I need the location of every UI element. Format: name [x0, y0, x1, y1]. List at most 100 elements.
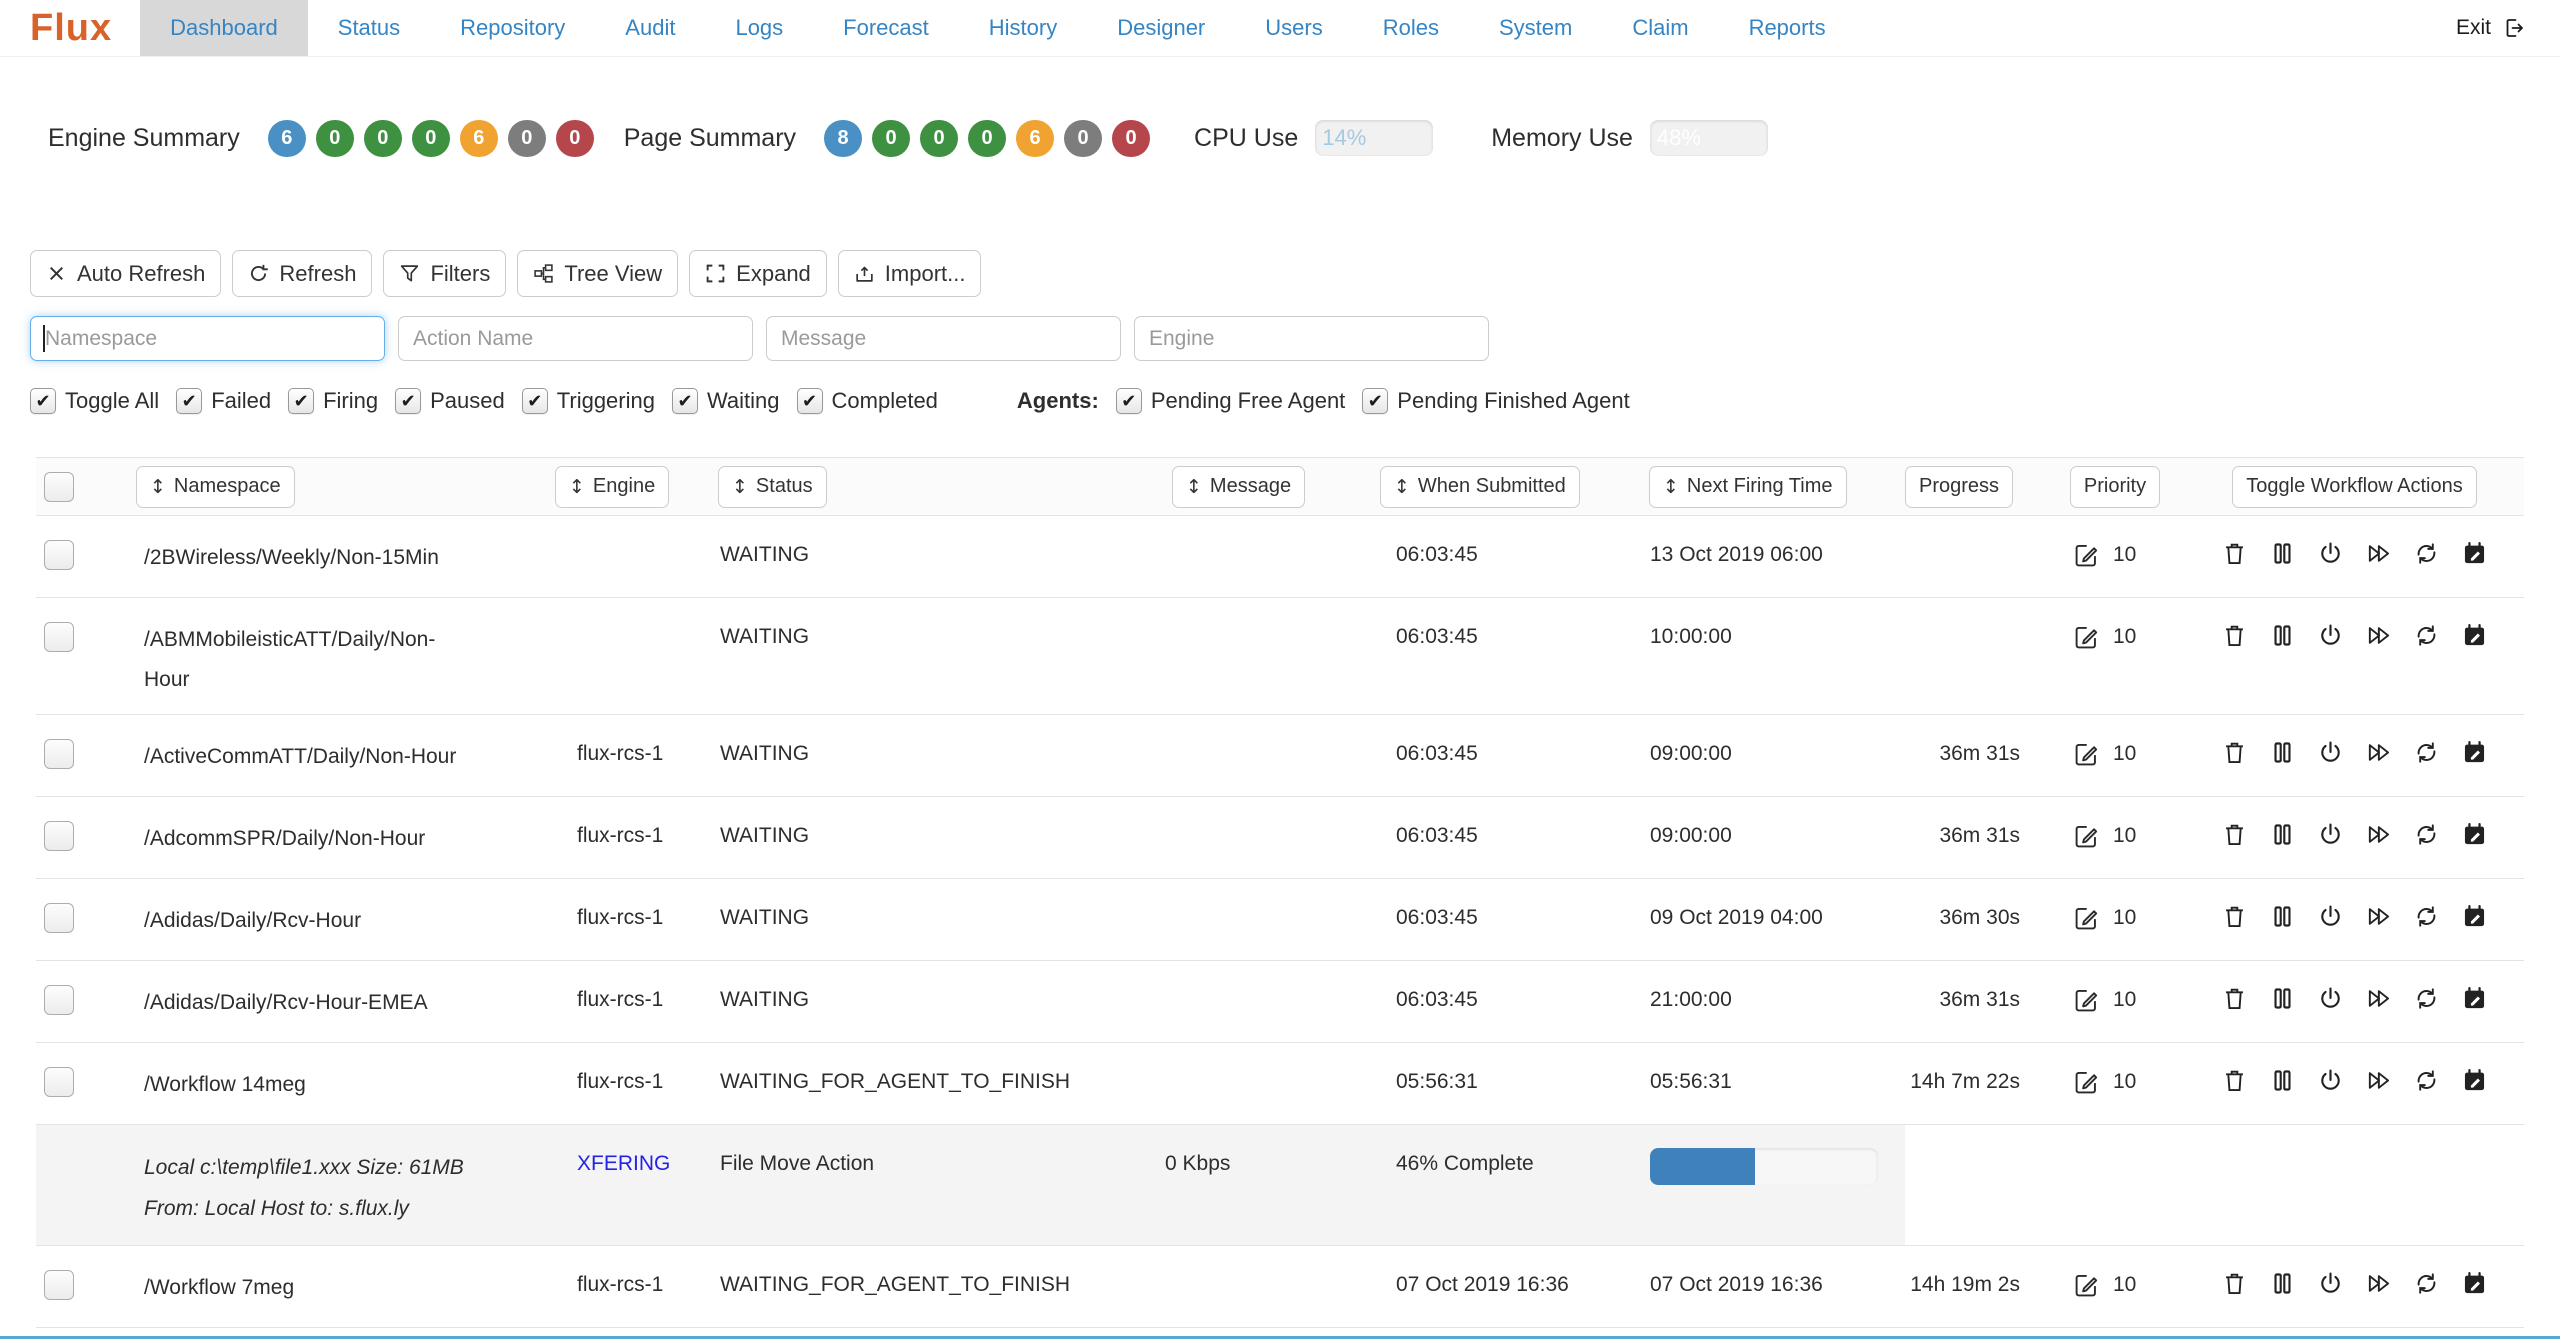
pause-button[interactable] [2269, 739, 2296, 766]
exit-button[interactable]: Exit [2456, 0, 2560, 56]
column-header-priority[interactable]: Priority [2070, 466, 2160, 508]
pause-button[interactable] [2269, 1067, 2296, 1094]
row-checkbox[interactable] [44, 1270, 74, 1300]
recur-button[interactable] [2413, 903, 2440, 930]
recur-button[interactable] [2413, 739, 2440, 766]
interrupt-button[interactable] [2317, 1270, 2344, 1297]
interrupt-button[interactable] [2317, 739, 2344, 766]
skip-button[interactable] [2365, 1270, 2392, 1297]
engine-filter-input[interactable] [1134, 316, 1489, 361]
checkbox-box[interactable]: ✔ [522, 388, 548, 414]
recur-button[interactable] [2413, 821, 2440, 848]
reschedule-button[interactable] [2461, 739, 2488, 766]
skip-button[interactable] [2365, 985, 2392, 1012]
checkbox-box[interactable]: ✔ [672, 388, 698, 414]
delete-button[interactable] [2221, 985, 2248, 1012]
checkbox-toggle-all[interactable]: ✔Toggle All [30, 388, 159, 414]
tab-designer[interactable]: Designer [1087, 0, 1235, 56]
interrupt-button[interactable] [2317, 903, 2344, 930]
checkbox-paused[interactable]: ✔Paused [395, 388, 505, 414]
interrupt-button[interactable] [2317, 540, 2344, 567]
expand-button[interactable]: Expand [689, 250, 827, 297]
skip-button[interactable] [2365, 622, 2392, 649]
pause-button[interactable] [2269, 985, 2296, 1012]
pause-button[interactable] [2269, 903, 2296, 930]
skip-button[interactable] [2365, 903, 2392, 930]
delete-button[interactable] [2221, 903, 2248, 930]
row-checkbox[interactable] [44, 739, 74, 769]
row-checkbox[interactable] [44, 985, 74, 1015]
edit-priority-button[interactable] [2073, 986, 2100, 1014]
delete-button[interactable] [2221, 739, 2248, 766]
import-button[interactable]: Import... [838, 250, 982, 297]
row-checkbox[interactable] [44, 1067, 74, 1097]
checkbox-box[interactable]: ✔ [288, 388, 314, 414]
checkbox-firing[interactable]: ✔Firing [288, 388, 378, 414]
tab-status[interactable]: Status [308, 0, 430, 56]
column-header-engine[interactable]: ↕Engine [555, 466, 669, 508]
checkbox-box[interactable]: ✔ [395, 388, 421, 414]
tab-audit[interactable]: Audit [595, 0, 705, 56]
tab-dashboard[interactable]: Dashboard [140, 0, 308, 56]
reschedule-button[interactable] [2461, 903, 2488, 930]
edit-priority-button[interactable] [2073, 1068, 2100, 1096]
skip-button[interactable] [2365, 540, 2392, 567]
pause-button[interactable] [2269, 540, 2296, 567]
column-header-status[interactable]: ↕Status [718, 466, 827, 508]
pause-button[interactable] [2269, 1270, 2296, 1297]
tab-logs[interactable]: Logs [705, 0, 813, 56]
checkbox-triggering[interactable]: ✔Triggering [522, 388, 655, 414]
checkbox-failed[interactable]: ✔Failed [176, 388, 271, 414]
recur-button[interactable] [2413, 985, 2440, 1012]
tab-forecast[interactable]: Forecast [813, 0, 959, 56]
edit-priority-button[interactable] [2073, 623, 2100, 651]
edit-priority-button[interactable] [2073, 541, 2100, 569]
interrupt-button[interactable] [2317, 1067, 2344, 1094]
tab-roles[interactable]: Roles [1353, 0, 1469, 56]
edit-priority-button[interactable] [2073, 1271, 2100, 1299]
recur-button[interactable] [2413, 1067, 2440, 1094]
checkbox-box[interactable]: ✔ [176, 388, 202, 414]
checkbox-completed[interactable]: ✔Completed [797, 388, 938, 414]
column-header-toggle-workflow-actions[interactable]: Toggle Workflow Actions [2232, 466, 2476, 508]
checkbox-box[interactable]: ✔ [30, 388, 56, 414]
checkbox-pending-finished-agent[interactable]: ✔Pending Finished Agent [1362, 388, 1629, 414]
delete-button[interactable] [2221, 622, 2248, 649]
checkbox-box[interactable]: ✔ [797, 388, 823, 414]
tab-users[interactable]: Users [1235, 0, 1352, 56]
skip-button[interactable] [2365, 821, 2392, 848]
row-checkbox[interactable] [44, 540, 74, 570]
column-header-message[interactable]: ↕Message [1172, 466, 1305, 508]
tree-view-button[interactable]: Tree View [517, 250, 678, 297]
column-header-next-firing-time[interactable]: ↕Next Firing Time [1649, 466, 1847, 508]
reschedule-button[interactable] [2461, 985, 2488, 1012]
checkbox-pending-free-agent[interactable]: ✔Pending Free Agent [1116, 388, 1345, 414]
reschedule-button[interactable] [2461, 1270, 2488, 1297]
edit-priority-button[interactable] [2073, 740, 2100, 768]
select-all-checkbox[interactable] [44, 472, 74, 502]
delete-button[interactable] [2221, 1067, 2248, 1094]
reschedule-button[interactable] [2461, 622, 2488, 649]
recur-button[interactable] [2413, 540, 2440, 567]
delete-button[interactable] [2221, 821, 2248, 848]
reschedule-button[interactable] [2461, 540, 2488, 567]
checkbox-box[interactable]: ✔ [1362, 388, 1388, 414]
action-name-filter-input[interactable] [398, 316, 753, 361]
interrupt-button[interactable] [2317, 821, 2344, 848]
delete-button[interactable] [2221, 540, 2248, 567]
column-header-namespace[interactable]: ↕Namespace [136, 466, 295, 508]
reschedule-button[interactable] [2461, 821, 2488, 848]
tab-repository[interactable]: Repository [430, 0, 595, 56]
row-checkbox[interactable] [44, 903, 74, 933]
checkbox-waiting[interactable]: ✔Waiting [672, 388, 780, 414]
tab-history[interactable]: History [959, 0, 1087, 56]
reschedule-button[interactable] [2461, 1067, 2488, 1094]
tab-claim[interactable]: Claim [1602, 0, 1718, 56]
row-checkbox[interactable] [44, 622, 74, 652]
edit-priority-button[interactable] [2073, 822, 2100, 850]
delete-button[interactable] [2221, 1270, 2248, 1297]
message-filter-input[interactable] [766, 316, 1121, 361]
interrupt-button[interactable] [2317, 622, 2344, 649]
pause-button[interactable] [2269, 821, 2296, 848]
skip-button[interactable] [2365, 1067, 2392, 1094]
